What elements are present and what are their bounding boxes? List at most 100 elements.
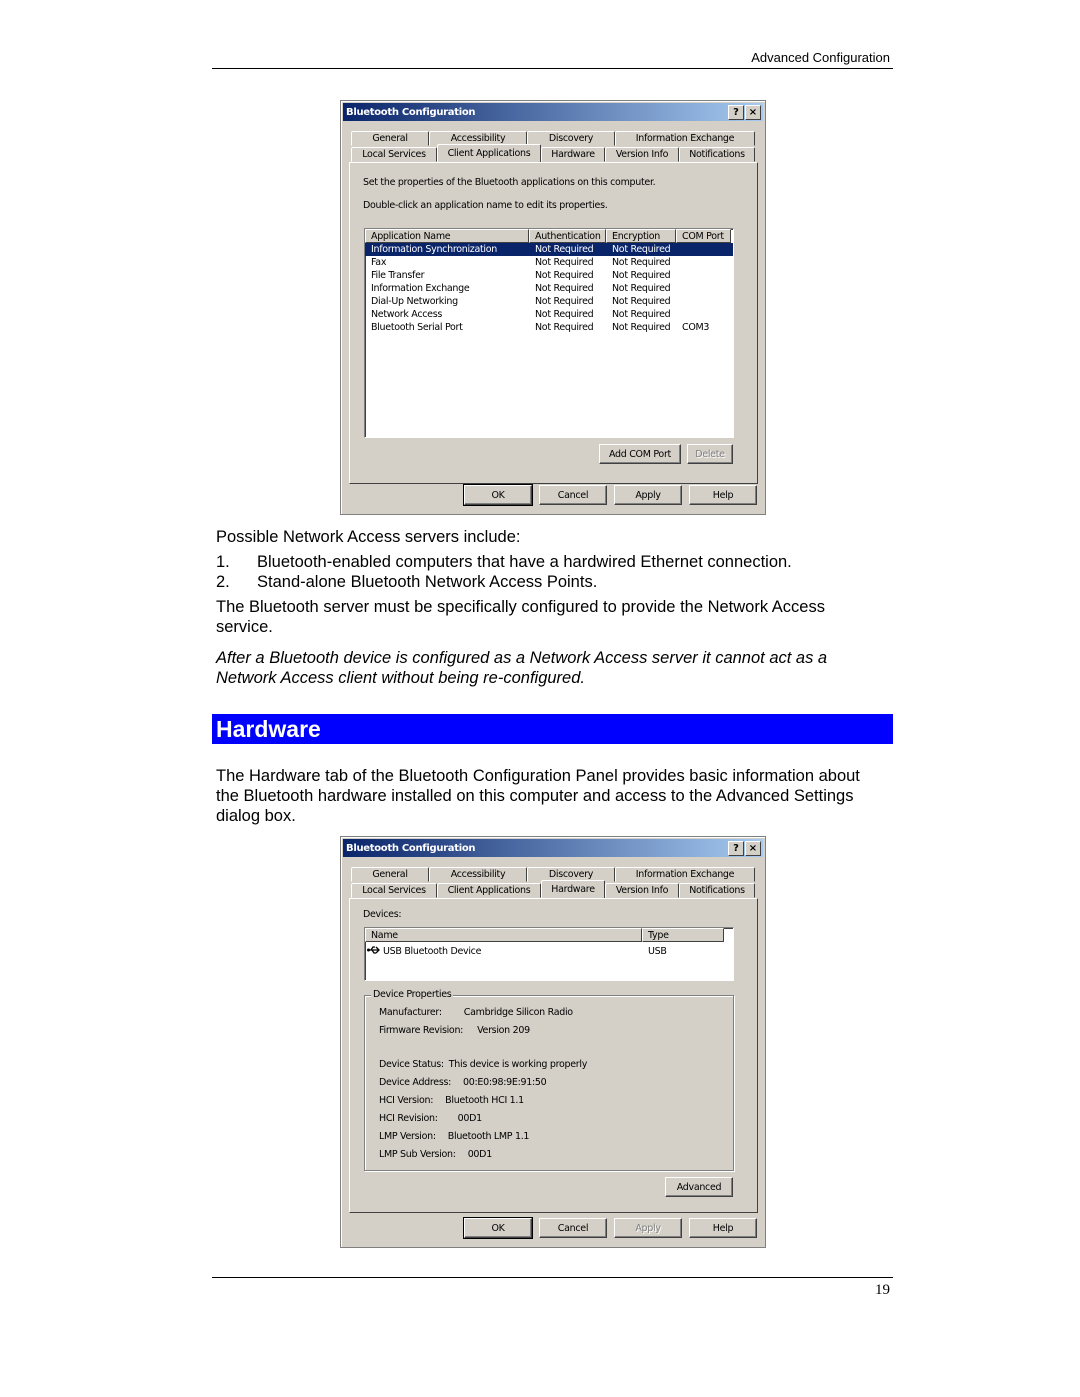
table-row[interactable]: Information Exchange Not Required Not Requ…: [365, 282, 733, 295]
page-number: 19: [875, 1282, 890, 1298]
property-label: Manufacturer:: [379, 1007, 442, 1018]
property-row: Device Status: This device is working pro…: [379, 1059, 587, 1070]
property-row: Firmware Revision: Version 209: [379, 1025, 530, 1036]
tab-version-info[interactable]: Version Info: [605, 883, 679, 898]
apply-label: Apply: [635, 489, 661, 501]
help-label: Help: [712, 489, 734, 501]
group-label: Device Properties: [371, 989, 454, 1000]
close-icon[interactable]: ×: [745, 841, 761, 856]
property-row: HCI Version: Bluetooth HCI 1.1: [379, 1095, 524, 1106]
apply-button[interactable]: Apply: [614, 485, 682, 505]
encryption-value: Not Required: [612, 244, 671, 255]
cancel-label: Cancel: [557, 489, 589, 501]
table-row[interactable]: Bluetooth Serial Port Not Required Not Req…: [365, 321, 733, 334]
property-label: LMP Version:: [379, 1131, 436, 1142]
list-text: Bluetooth-enabled computers that have a …: [257, 553, 792, 571]
authentication-value: Not Required: [535, 257, 594, 268]
property-label: Device Address:: [379, 1077, 452, 1088]
tab-general[interactable]: General: [351, 131, 429, 146]
property-value: 00D1: [457, 1113, 483, 1124]
property-label: HCI Version:: [379, 1095, 434, 1106]
column-com-port[interactable]: COM Port: [676, 229, 731, 243]
close-icon[interactable]: ×: [745, 105, 761, 120]
table-row[interactable]: Dial-Up Networking Not Required Not Requir…: [365, 295, 733, 308]
authentication-value: Not Required: [535, 244, 594, 255]
com-port-value: COM3: [682, 322, 710, 333]
app-name: Fax: [371, 257, 387, 268]
table-row[interactable]: Network Access Not Required Not Required: [365, 308, 733, 321]
devices-label: Devices:: [363, 909, 402, 920]
property-row: Device Address: 00:E0:98:9E:91:50: [379, 1077, 547, 1088]
cancel-button[interactable]: Cancel: [539, 1218, 607, 1238]
help-icon[interactable]: ?: [728, 105, 744, 120]
table-row[interactable]: Information Synchronization Not Required N…: [365, 243, 733, 256]
tab-hardware[interactable]: Hardware: [541, 880, 605, 898]
devices-list[interactable]: Name Type USB Bluetooth Device USB: [364, 927, 734, 981]
column-application-name[interactable]: Application Name: [365, 229, 529, 243]
column-authentication[interactable]: Authentication: [529, 229, 606, 243]
property-value: Bluetooth LMP 1.1: [447, 1131, 530, 1142]
dialog-title: Bluetooth Configuration: [346, 106, 476, 118]
tab-client-applications[interactable]: Client Applications: [437, 883, 541, 898]
dialog-title: Bluetooth Configuration: [346, 842, 476, 854]
help-icon[interactable]: ?: [728, 841, 744, 856]
property-row: Manufacturer: Cambridge Silicon Radio: [379, 1007, 573, 1018]
tab-client-applications[interactable]: Client Applications: [437, 144, 541, 162]
delete-label: Delete: [695, 448, 725, 460]
property-row: LMP Sub Version: 00D1: [379, 1149, 492, 1160]
instruction-text: Set the properties of the Bluetooth appl…: [363, 177, 656, 188]
tab-local-services[interactable]: Local Services: [351, 147, 437, 162]
applications-list[interactable]: Application Name Authentication Encrypti…: [364, 228, 734, 438]
title-bar: Bluetooth Configuration ? ×: [343, 839, 763, 857]
advanced-button[interactable]: Advanced: [665, 1177, 733, 1197]
apply-button[interactable]: Apply: [614, 1218, 682, 1238]
tab-accessibility[interactable]: Accessibility: [429, 867, 527, 882]
device-properties-group: Device Properties Manufacturer: Cambridge…: [364, 989, 734, 1171]
column-type[interactable]: Type: [642, 928, 724, 942]
authentication-value: Not Required: [535, 322, 594, 333]
app-name: Information Synchronization: [371, 244, 498, 255]
tab-general[interactable]: General: [351, 867, 429, 882]
tab-hardware[interactable]: Hardware: [541, 147, 605, 162]
ok-button[interactable]: OK: [463, 1217, 533, 1239]
cancel-button[interactable]: Cancel: [539, 485, 607, 505]
help-button[interactable]: Help: [689, 485, 757, 505]
property-value: 00:E0:98:9E:91:50: [463, 1077, 547, 1088]
authentication-value: Not Required: [535, 270, 594, 281]
tab-information-exchange[interactable]: Information Exchange: [615, 131, 755, 146]
instruction-text: Double-click an application name to edit…: [363, 200, 608, 211]
ok-button[interactable]: OK: [463, 484, 533, 506]
delete-button[interactable]: Delete: [687, 444, 733, 464]
property-row: LMP Version: Bluetooth LMP 1.1: [379, 1131, 529, 1142]
column-encryption[interactable]: Encryption: [606, 229, 676, 243]
table-row[interactable]: Fax Not Required Not Required: [365, 256, 733, 269]
tab-information-exchange[interactable]: Information Exchange: [615, 867, 755, 882]
column-name[interactable]: Name: [365, 928, 642, 942]
header-rule: [212, 68, 893, 69]
tab-version-info[interactable]: Version Info: [605, 147, 679, 162]
tab-notifications[interactable]: Notifications: [679, 147, 755, 162]
encryption-value: Not Required: [612, 270, 671, 281]
dialog-client-applications: Bluetooth Configuration ? × General Acce…: [340, 100, 766, 515]
help-button[interactable]: Help: [689, 1218, 757, 1238]
encryption-value: Not Required: [612, 283, 671, 294]
tab-notifications[interactable]: Notifications: [679, 883, 755, 898]
property-label: LMP Sub Version:: [379, 1149, 456, 1160]
add-com-port-button[interactable]: Add COM Port: [599, 444, 681, 464]
tab-local-services[interactable]: Local Services: [351, 883, 437, 898]
property-value: Cambridge Silicon Radio: [463, 1007, 573, 1018]
apply-label: Apply: [635, 1222, 661, 1234]
list-number: 2.: [216, 573, 230, 591]
app-name: File Transfer: [371, 270, 425, 281]
section-heading: Hardware: [212, 714, 893, 744]
table-row[interactable]: File Transfer Not Required Not Required: [365, 269, 733, 282]
list-item: 2. Stand-alone Bluetooth Network Access …: [216, 572, 886, 592]
ok-label: OK: [491, 489, 505, 501]
authentication-value: Not Required: [535, 309, 594, 320]
app-name: Information Exchange: [371, 283, 470, 294]
encryption-value: Not Required: [612, 322, 671, 333]
encryption-value: Not Required: [612, 296, 671, 307]
encryption-value: Not Required: [612, 309, 671, 320]
list-item[interactable]: USB Bluetooth Device USB: [365, 942, 733, 960]
usb-icon: [367, 945, 381, 958]
